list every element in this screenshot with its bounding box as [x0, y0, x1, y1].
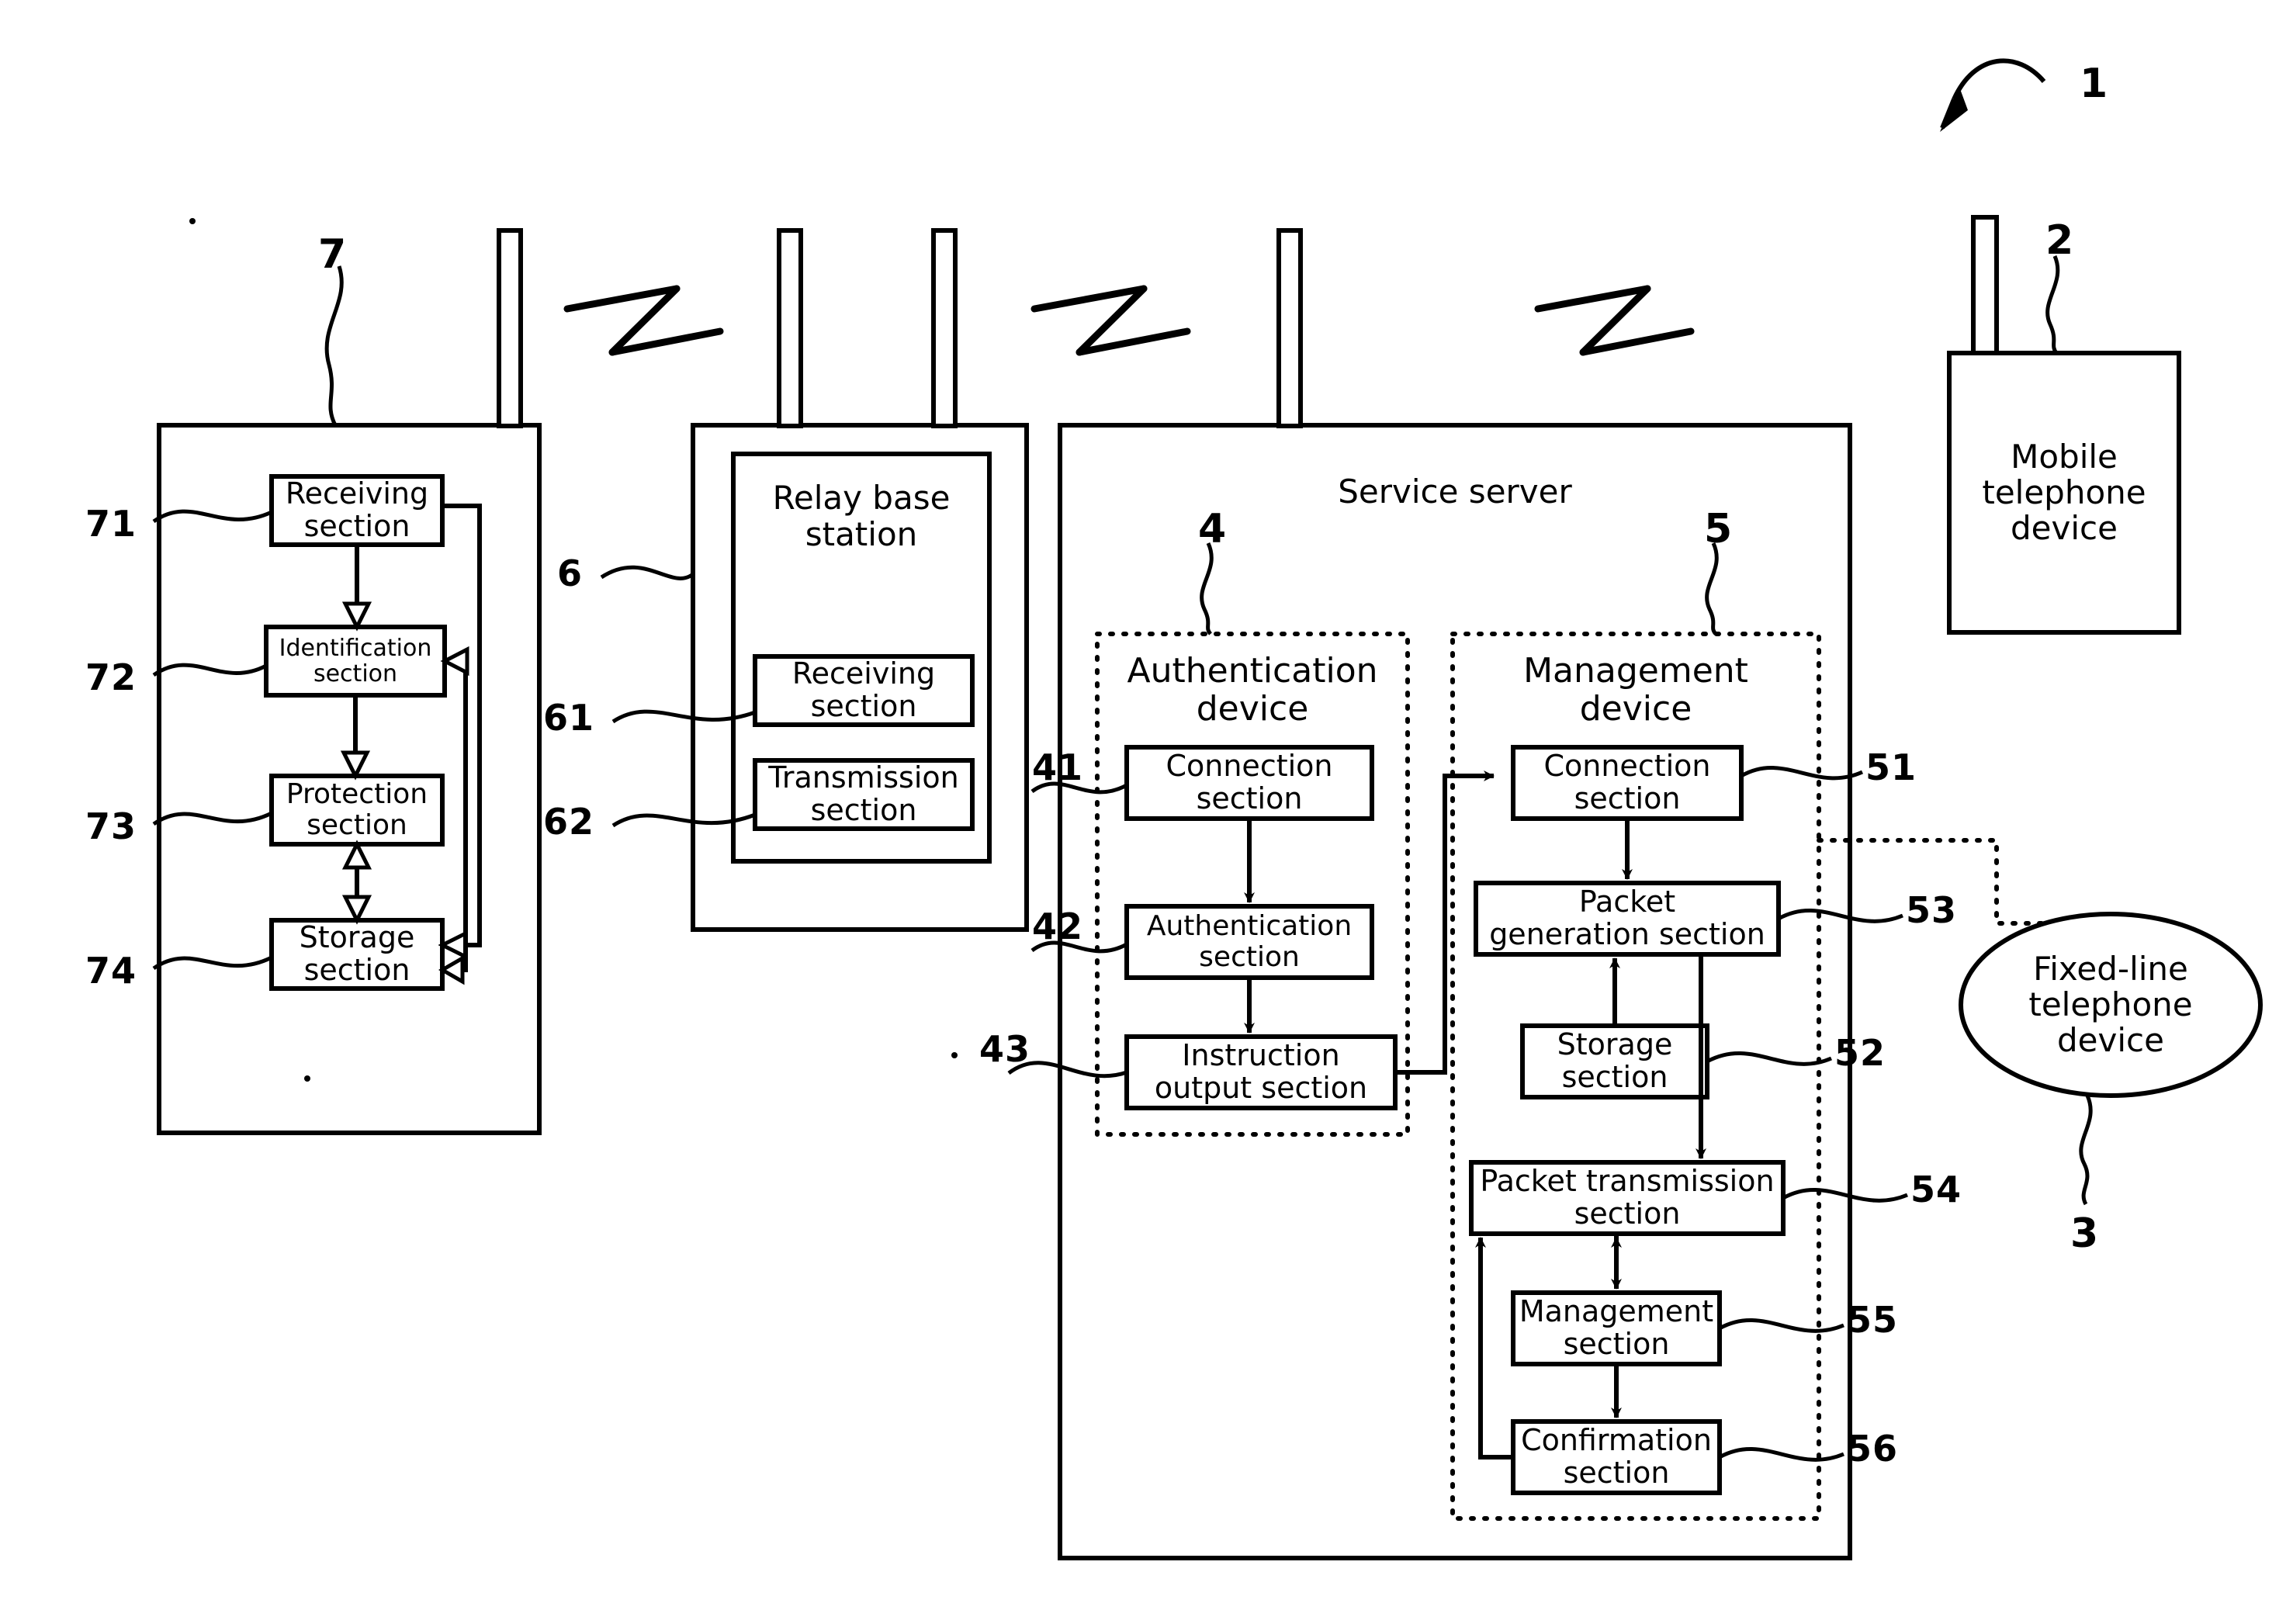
ref-number-43: 43	[979, 1028, 1031, 1070]
ref-number-71: 71	[85, 503, 137, 545]
ref-number-1: 1	[2080, 61, 2109, 107]
mgmt-section-management: Management section	[1519, 1294, 1714, 1361]
wireless-link-icon-1	[563, 285, 724, 356]
mobile-telephone-label: Mobile telephone device	[1982, 437, 2146, 548]
mgmt-section-confirmation: Confirmation section	[1521, 1423, 1712, 1490]
terminal-section-receiving: Receiving section	[285, 476, 429, 543]
wireless-link-icon-2	[1030, 285, 1191, 356]
ref-number-42: 42	[1032, 905, 1084, 947]
mgmt-section-packet-generation: Packet generation section	[1489, 885, 1765, 951]
mgmt-section-connection: Connection section	[1543, 749, 1711, 815]
ref-number-52: 52	[1834, 1032, 1886, 1074]
ref-number-7: 7	[318, 231, 348, 278]
ref-number-51: 51	[1865, 746, 1917, 788]
ref-number-74: 74	[85, 950, 137, 992]
auth-section-instruction-output: Instruction output section	[1154, 1038, 1368, 1105]
ref-number-56: 56	[1847, 1428, 1899, 1470]
relay-section-transmission: Transmission section	[768, 760, 959, 827]
ref-number-2: 2	[2045, 217, 2075, 264]
management-device-title: Management device	[1523, 651, 1748, 729]
fixed-line-dotted-link	[1817, 838, 2110, 926]
ref-number-41: 41	[1032, 746, 1084, 788]
ref-number-6: 6	[557, 552, 584, 594]
ref-number-4: 4	[1198, 506, 1228, 552]
terminal-section-identification: Identification section	[279, 635, 432, 687]
service-server-title: Service server	[1338, 473, 1572, 511]
ref-number-61: 61	[543, 697, 595, 739]
ref-2-leader	[2045, 255, 2060, 355]
ref-number-5: 5	[1704, 506, 1734, 552]
ref-number-3: 3	[2070, 1210, 2100, 1257]
auth-section-connection: Connection section	[1166, 749, 1333, 815]
ref-number-55: 55	[1847, 1299, 1899, 1341]
auth-section-authentication: Authentication section	[1146, 910, 1353, 973]
antenna-icon	[1276, 228, 1303, 428]
wireless-link-icon-3	[1534, 285, 1695, 356]
ref-number-54: 54	[1910, 1169, 1962, 1210]
figure-canvas: 1 7 Receiving section Identification sec…	[0, 0, 2293, 1624]
ref-number-53: 53	[1906, 889, 1958, 931]
relay-section-receiving: Receiving section	[791, 656, 936, 723]
fixed-line-telephone-label: Fixed-line telephone device	[2028, 949, 2193, 1060]
relay-base-station-title: Relay base station	[772, 479, 951, 554]
antenna-icon	[931, 228, 958, 428]
terminal-section-protection: Protection section	[286, 778, 428, 841]
ref-number-72: 72	[85, 656, 137, 698]
mgmt-section-storage: Storage section	[1557, 1027, 1673, 1094]
antenna-icon	[497, 228, 523, 428]
authentication-device-title: Authentication device	[1127, 651, 1378, 729]
mgmt-section-packet-transmission: Packet transmission section	[1480, 1164, 1775, 1231]
ref-7-leader	[324, 265, 344, 427]
system-ref-arrow	[1940, 58, 2046, 132]
ref-number-62: 62	[543, 801, 595, 843]
ref-number-73: 73	[85, 805, 137, 847]
antenna-icon	[1971, 215, 1999, 355]
ref-3-leader	[2079, 1094, 2093, 1206]
antenna-icon	[777, 228, 803, 428]
terminal-section-storage: Storage section	[299, 920, 415, 987]
